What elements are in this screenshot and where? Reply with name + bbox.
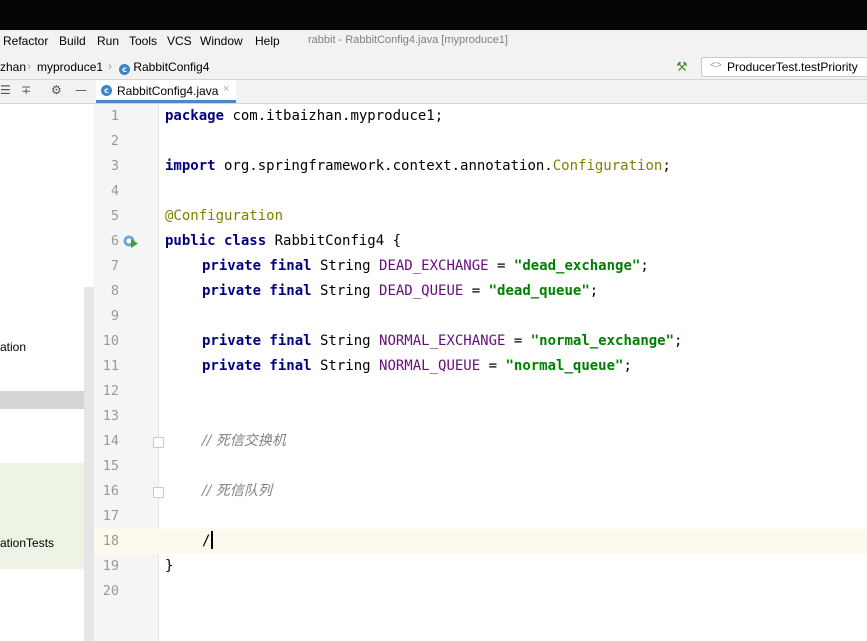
menu-build[interactable]: Build	[59, 34, 86, 48]
breadcrumb-class[interactable]: c RabbitConfig4	[119, 60, 209, 75]
gear-icon[interactable]: ⚙	[51, 83, 62, 97]
line-number: 8	[110, 283, 119, 299]
project-test-folder-highlight	[0, 463, 84, 569]
typed-text: /	[202, 533, 211, 549]
class-icon: c	[101, 85, 112, 96]
breadcrumb-module[interactable]: myproduce1	[37, 60, 103, 74]
navigation-bar: zhan › myproduce1 › c RabbitConfig4 ⚒ <>…	[0, 54, 867, 80]
tab-label: RabbitConfig4.java	[117, 84, 219, 98]
menu-tools[interactable]: Tools	[129, 34, 157, 48]
text-caret	[211, 531, 214, 549]
line-number: 12	[102, 383, 119, 399]
collapse-all-icon[interactable]: ∓	[21, 83, 31, 97]
code-line-10: private final String NORMAL_EXCHANGE = "…	[202, 333, 683, 349]
menu-run[interactable]: Run	[97, 34, 119, 48]
menu-window[interactable]: Window	[200, 34, 243, 48]
fold-marker-icon[interactable]	[153, 487, 164, 498]
code-line-8: private final String DEAD_QUEUE = "dead_…	[202, 283, 599, 299]
build-hammer-icon[interactable]: ⚒	[676, 59, 688, 75]
line-number: 16	[102, 483, 119, 499]
code-line-7: private final String DEAD_EXCHANGE = "de…	[202, 258, 649, 274]
line-number: 10	[102, 333, 119, 349]
line-number: 2	[110, 133, 119, 149]
line-number: 7	[110, 258, 119, 274]
line-number: 20	[102, 583, 119, 599]
project-scrollbar[interactable]	[84, 287, 94, 641]
project-selected-row[interactable]	[0, 391, 84, 409]
project-tree-item[interactable]: ationTests	[0, 536, 54, 550]
line-number: 14	[102, 433, 119, 449]
code-line-11: private final String NORMAL_QUEUE = "nor…	[202, 358, 632, 374]
run-configuration-label: ProducerTest.testPriority	[727, 60, 858, 74]
menu-vcs[interactable]: VCS	[167, 34, 192, 48]
run-config-icon: <>	[710, 60, 722, 71]
code-line-14-comment: // 死信交换机	[202, 433, 286, 449]
code-line-6: public class RabbitConfig4 {	[165, 233, 402, 249]
title-bar	[0, 0, 867, 30]
project-toolbar: ☰ ∓ ⚙ —	[0, 83, 92, 101]
line-number: 11	[102, 358, 119, 374]
line-number: 1	[110, 108, 119, 124]
line-number: 5	[110, 208, 119, 224]
code-line-5: @Configuration	[165, 208, 284, 224]
close-icon[interactable]: ×	[223, 83, 229, 95]
expand-all-icon[interactable]: ☰	[0, 83, 11, 97]
code-line-19: }	[165, 558, 174, 574]
tab-rabbitconfig4[interactable]: c RabbitConfig4.java ×	[96, 80, 236, 103]
breadcrumb-chevron-icon: ›	[27, 59, 31, 73]
menu-bar: Refactor Build Run Tools VCS Window Help…	[0, 30, 867, 54]
line-number: 13	[102, 408, 119, 424]
project-tree-item[interactable]: ation	[0, 340, 26, 354]
line-number: 18	[102, 533, 119, 549]
menu-help[interactable]: Help	[255, 34, 280, 48]
run-class-icon[interactable]	[122, 233, 138, 249]
code-line-1: package com.itbaizhan.myproduce1;	[165, 108, 444, 124]
breadcrumb-chevron-icon: ›	[108, 59, 112, 73]
line-number: 17	[102, 508, 119, 524]
line-number: 4	[110, 183, 119, 199]
menu-refactor[interactable]: Refactor	[3, 34, 48, 48]
class-icon: c	[119, 64, 130, 75]
line-numbers: 1 2 3 4 5 6 7 8 9 10 11 12 13 14 15 16 1…	[95, 104, 125, 641]
code-line-16-comment: // 死信队列	[202, 483, 272, 499]
line-number: 6	[110, 233, 119, 249]
code-line-3: import org.springframework.context.annot…	[165, 158, 671, 174]
window-title: rabbit - RabbitConfig4.java [myproduce1]	[308, 34, 508, 46]
breadcrumb-class-label: RabbitConfig4	[133, 60, 210, 74]
hide-panel-icon[interactable]: —	[75, 83, 87, 97]
breadcrumb-project[interactable]: zhan	[0, 60, 26, 74]
line-number: 19	[102, 558, 119, 574]
fold-marker-icon[interactable]	[153, 437, 164, 448]
line-number: 3	[110, 158, 119, 174]
line-number: 15	[102, 458, 119, 474]
run-configuration-selector[interactable]: <> ProducerTest.testPriority	[701, 57, 867, 77]
code-line-18: /	[202, 529, 214, 554]
line-number: 9	[110, 308, 119, 324]
editor-tab-row: ☰ ∓ ⚙ — c RabbitConfig4.java ×	[0, 80, 867, 104]
project-panel: ation ationTests	[0, 104, 94, 641]
